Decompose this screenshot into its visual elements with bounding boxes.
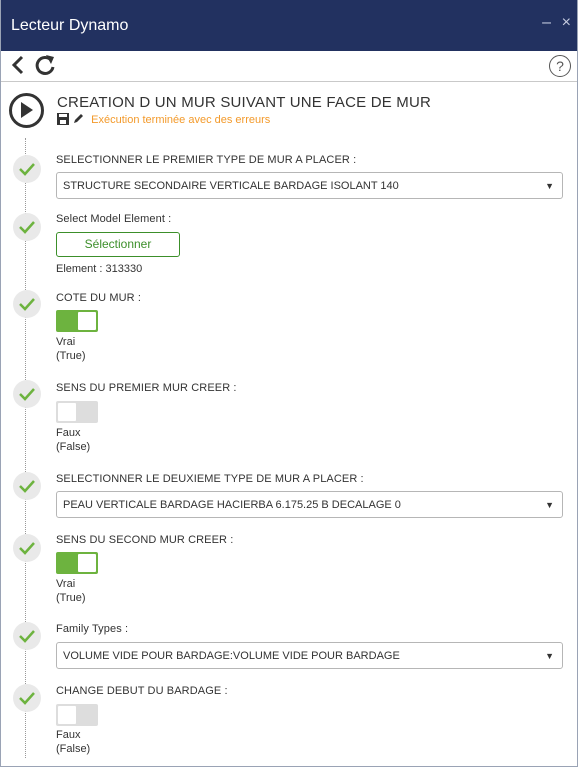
toggle-state-en: (False)	[56, 743, 91, 755]
toolbar: ?	[1, 51, 577, 82]
change-debut-bardage-toggle[interactable]	[56, 704, 98, 726]
toggle-knob	[58, 706, 76, 724]
close-button[interactable]: ×	[562, 14, 571, 32]
select-value: VOLUME VIDE POUR BARDAGE:VOLUME VIDE POU…	[63, 650, 400, 662]
input-label: Family Types :	[56, 623, 129, 635]
select-value: STRUCTURE SECONDAIRE VERTICALE BARDAGE I…	[63, 180, 399, 192]
back-arrow-icon[interactable]	[10, 54, 26, 81]
toggle-knob	[78, 312, 96, 330]
dropdown-arrow-icon: ▼	[545, 181, 554, 191]
dropdown-arrow-icon: ▼	[545, 651, 554, 661]
status-text: Exécution terminée avec des erreurs	[91, 114, 271, 126]
graph-header: CREATION D UN MUR SUIVANT UNE FACE DE MU…	[1, 88, 577, 138]
input-label: COTE DU MUR :	[56, 292, 142, 304]
status-row: Exécution terminée avec des erreurs	[57, 113, 270, 129]
sens-premier-mur-toggle[interactable]	[56, 401, 98, 423]
wall-type-2-select[interactable]: PEAU VERTICALE BARDAGE HACIERBA 6.175.25…	[56, 491, 563, 518]
pencil-icon[interactable]	[72, 113, 84, 125]
title-bar: Lecteur Dynamo – ×	[1, 0, 577, 51]
family-types-select[interactable]: VOLUME VIDE POUR BARDAGE:VOLUME VIDE POU…	[56, 642, 563, 669]
toggle-state: Faux	[56, 427, 81, 439]
input-label: SELECTIONNER LE DEUXIEME TYPE DE MUR A P…	[56, 473, 364, 485]
check-icon	[13, 472, 41, 500]
toggle-state-en: (False)	[56, 441, 91, 453]
select-element-button[interactable]: Sélectionner	[56, 232, 180, 257]
toggle-state-en: (True)	[56, 592, 86, 604]
check-icon	[13, 622, 41, 650]
toggle-knob	[58, 403, 76, 421]
play-triangle	[21, 102, 33, 118]
wall-type-1-select[interactable]: STRUCTURE SECONDAIRE VERTICALE BARDAGE I…	[56, 172, 563, 199]
input-label: SELECTIONNER LE PREMIER TYPE DE MUR A PL…	[56, 154, 357, 166]
check-icon	[13, 213, 41, 241]
check-icon	[13, 534, 41, 562]
dynamo-player-window: Lecteur Dynamo – × ? CREATION D UN MUR S…	[0, 0, 578, 767]
check-icon	[13, 155, 41, 183]
refresh-icon[interactable]	[34, 54, 56, 81]
check-icon	[13, 380, 41, 408]
save-icon[interactable]	[57, 113, 69, 125]
element-id: Element : 313330	[56, 263, 143, 275]
dropdown-arrow-icon: ▼	[545, 500, 554, 510]
help-icon[interactable]: ?	[549, 55, 571, 77]
sens-second-mur-toggle[interactable]	[56, 552, 98, 574]
toggle-state-en: (True)	[56, 350, 86, 362]
toggle-knob	[78, 554, 96, 572]
input-label: Select Model Element :	[56, 213, 172, 225]
select-value: PEAU VERTICALE BARDAGE HACIERBA 6.175.25…	[63, 499, 401, 511]
graph-title: CREATION D UN MUR SUIVANT UNE FACE DE MU…	[57, 94, 432, 111]
check-icon	[13, 684, 41, 712]
toggle-state: Faux	[56, 729, 81, 741]
minimize-button[interactable]: –	[542, 14, 551, 32]
input-label: SENS DU PREMIER MUR CREER :	[56, 382, 237, 394]
check-icon	[13, 290, 41, 318]
toggle-state: Vrai	[56, 336, 76, 348]
cote-mur-toggle[interactable]	[56, 310, 98, 332]
input-label: SENS DU SECOND MUR CREER :	[56, 534, 234, 546]
toggle-state: Vrai	[56, 578, 76, 590]
window-title: Lecteur Dynamo	[11, 17, 129, 34]
input-label: CHANGE DEBUT DU BARDAGE :	[56, 685, 228, 697]
